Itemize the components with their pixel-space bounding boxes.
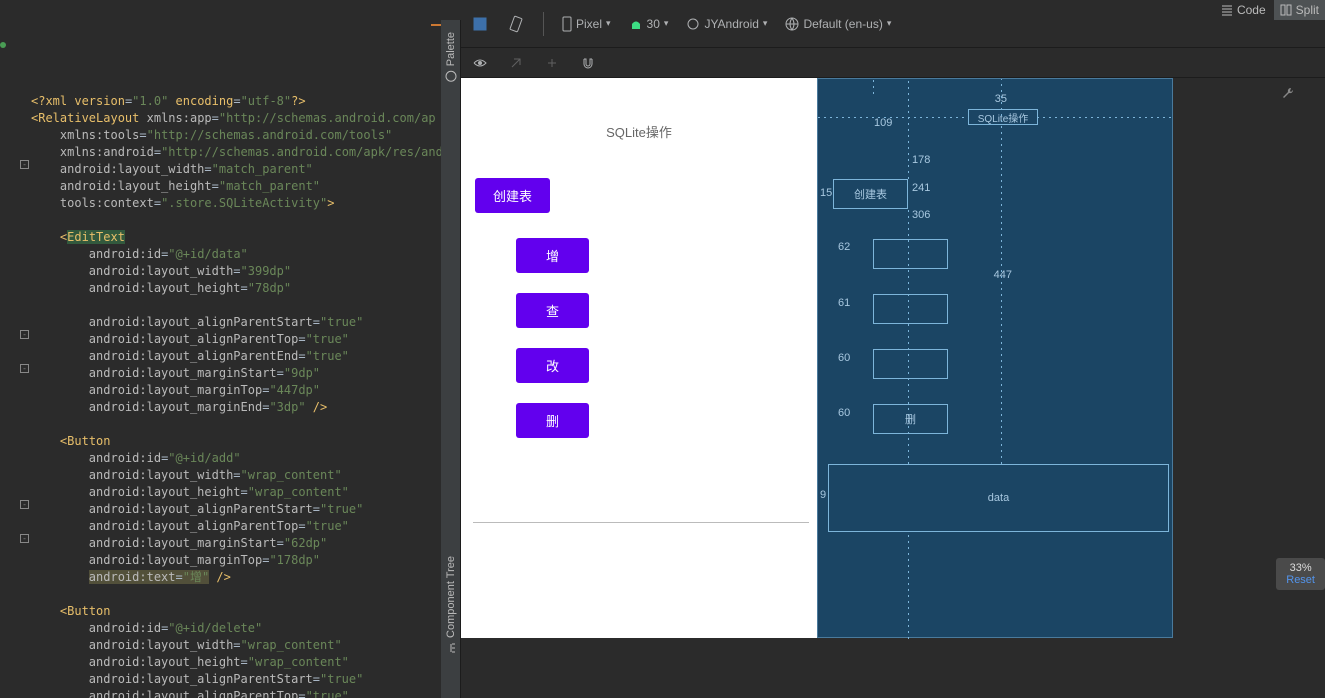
gutter[interactable]: - - - - -: [0, 0, 26, 698]
device-dropdown[interactable]: Pixel▾: [562, 16, 611, 32]
bp-dim: 15: [820, 187, 832, 199]
separator: [543, 12, 544, 36]
design-toolbar2: [441, 48, 1325, 78]
lines-icon: [1221, 4, 1233, 16]
bp-btn-create[interactable]: 创建表: [833, 179, 908, 209]
view-options-icon[interactable]: [471, 54, 489, 72]
wrench-icon[interactable]: [1281, 86, 1295, 100]
design-toolbar: Pixel▾ 30▾ JYAndroid▾ Default (en-us)▾: [441, 0, 1325, 48]
fold-marker[interactable]: -: [20, 160, 29, 169]
bp-constraint: [908, 532, 909, 639]
fold-marker[interactable]: -: [20, 364, 29, 373]
palette-icon: [445, 70, 457, 82]
side-tabs: Palette Component Tree: [441, 20, 461, 698]
bp-btn-delete[interactable]: 删: [873, 404, 948, 434]
globe-icon: [785, 17, 799, 31]
bp-btn-add[interactable]: [873, 239, 948, 269]
design-pane: Palette Component Tree Pixel▾ 30▾ JYAndr…: [441, 0, 1325, 698]
btn-delete[interactable]: 删: [516, 403, 589, 438]
bp-dim: 178: [912, 154, 930, 166]
btn-create-table[interactable]: 创建表: [475, 178, 550, 213]
split-icon: [1280, 4, 1292, 16]
bp-btn-update[interactable]: [873, 349, 948, 379]
bp-dim: 60: [838, 407, 850, 419]
design-canvas[interactable]: SQLite操作 创建表 增 查 改 删 SQLite操作 35 109 创建表…: [441, 78, 1325, 698]
orientation-icon[interactable]: [507, 15, 525, 33]
bp-dim: 241: [912, 182, 930, 194]
bp-constraint: [1001, 79, 1002, 464]
bp-dim: 62: [838, 241, 850, 253]
palette-tab[interactable]: Palette: [445, 26, 457, 88]
theme-dropdown[interactable]: JYAndroid▾: [686, 17, 767, 31]
bp-dim: 447: [994, 269, 1012, 281]
bp-constraint: [908, 79, 909, 179]
device-preview[interactable]: SQLite操作 创建表 增 查 改 删: [461, 78, 817, 638]
surface-select-icon[interactable]: [471, 15, 489, 33]
device-icon: [562, 16, 572, 32]
code-content: <?xml version="1.0" encoding="utf-8"?> <…: [14, 68, 441, 698]
tab-code[interactable]: Code: [1215, 0, 1272, 20]
theme-icon: [686, 17, 700, 31]
bp-constraint: [818, 117, 968, 118]
error-stripe[interactable]: [431, 24, 441, 26]
tab-code-label: Code: [1237, 3, 1266, 17]
bp-dim: 109: [874, 117, 892, 129]
btn-update[interactable]: 改: [516, 348, 589, 383]
component-tree-tab[interactable]: Component Tree: [445, 550, 457, 660]
fold-marker[interactable]: -: [20, 500, 29, 509]
fold-marker[interactable]: -: [20, 330, 29, 339]
autoconnect-off-icon[interactable]: [507, 54, 525, 72]
tree-icon: [445, 642, 457, 654]
breakpoint-gutter-icon[interactable]: [0, 42, 6, 48]
magnet-icon[interactable]: [579, 54, 597, 72]
api-dropdown[interactable]: 30▾: [629, 17, 669, 31]
bp-btn-query[interactable]: [873, 294, 948, 324]
edittext-data[interactable]: [473, 493, 809, 523]
tab-split[interactable]: Split: [1274, 0, 1325, 20]
bp-dim: 60: [838, 352, 850, 364]
android-icon: [629, 17, 643, 31]
fold-marker[interactable]: -: [20, 534, 29, 543]
bp-title[interactable]: SQLite操作: [968, 109, 1038, 125]
bp-edittext[interactable]: data: [828, 464, 1169, 532]
bp-constraint: [1037, 117, 1172, 118]
locale-dropdown[interactable]: Default (en-us)▾: [785, 17, 891, 31]
status-bar: [461, 78, 817, 102]
btn-add[interactable]: 增: [516, 238, 589, 273]
zoom-info: 33% Reset: [1276, 558, 1325, 590]
zoom-value: 33%: [1286, 562, 1315, 574]
bp-dim: 61: [838, 297, 850, 309]
bp-dim: 306: [912, 209, 930, 221]
tab-split-label: Split: [1296, 3, 1319, 17]
default-margins-icon[interactable]: [543, 54, 561, 72]
preview-title: SQLite操作: [461, 122, 817, 141]
blueprint-preview[interactable]: SQLite操作 35 109 创建表 15 178 241 306 62 61…: [817, 78, 1173, 638]
btn-query[interactable]: 查: [516, 293, 589, 328]
zoom-reset[interactable]: Reset: [1286, 574, 1315, 586]
bp-dim: 9: [820, 489, 826, 501]
bp-constraint: [873, 79, 874, 94]
code-editor[interactable]: - - - - - <?xml version="1.0" encoding="…: [0, 0, 441, 698]
